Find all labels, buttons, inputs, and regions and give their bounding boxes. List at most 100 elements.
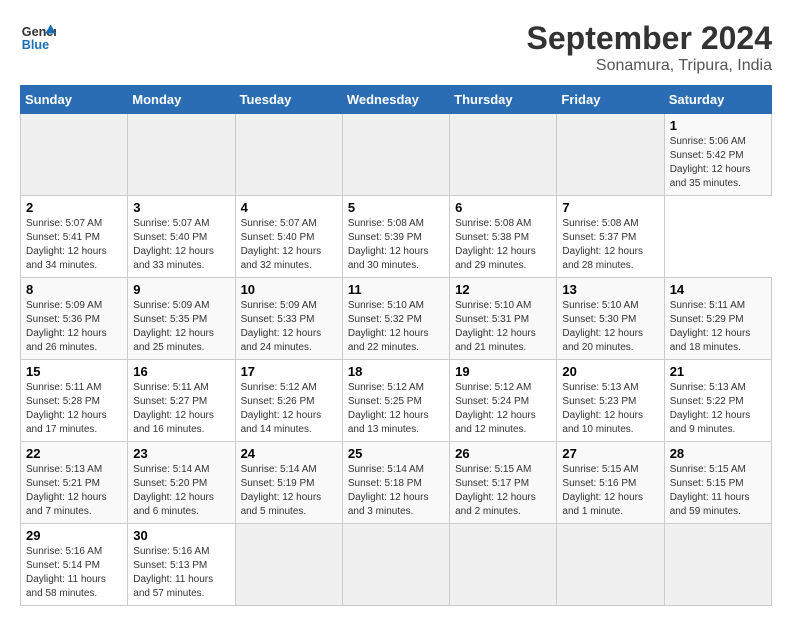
calendar-cell-20: 20Sunrise: 5:13 AMSunset: 5:23 PMDayligh… xyxy=(557,360,664,442)
day-number: 25 xyxy=(348,446,444,461)
calendar-cell-4: 4 Sunrise: 5:07 AMSunset: 5:40 PMDaylight… xyxy=(235,196,342,278)
day-info: Sunrise: 5:07 AMSunset: 5:41 PMDaylight:… xyxy=(26,217,122,273)
logo-icon: General Blue xyxy=(20,20,56,56)
day-info: Sunrise: 5:11 AMSunset: 5:28 PMDaylight:… xyxy=(26,381,122,437)
header: General Blue September 2024 Sonamura, Tr… xyxy=(20,20,772,75)
day-number: 28 xyxy=(670,446,766,461)
day-info: Sunrise: 5:16 AMSunset: 5:13 PMDaylight:… xyxy=(133,545,229,601)
calendar-week-5: 22Sunrise: 5:13 AMSunset: 5:21 PMDayligh… xyxy=(21,442,772,524)
calendar-cell-empty xyxy=(235,114,342,196)
calendar-table: SundayMondayTuesdayWednesdayThursdayFrid… xyxy=(20,85,772,606)
calendar-cell-16: 16 Sunrise: 5:11 AMSunset: 5:27 PMDayligh… xyxy=(128,360,235,442)
calendar-cell-8: 8 Sunrise: 5:09 AMSunset: 5:36 PMDaylight… xyxy=(21,278,128,360)
day-info: Sunrise: 5:10 AMSunset: 5:32 PMDaylight:… xyxy=(348,299,444,355)
calendar-cell-9: 9Sunrise: 5:09 AMSunset: 5:35 PMDaylight… xyxy=(128,278,235,360)
day-info: Sunrise: 5:13 AMSunset: 5:22 PMDaylight:… xyxy=(670,381,766,437)
calendar-cell-empty xyxy=(557,524,664,606)
day-number: 14 xyxy=(670,282,766,297)
calendar-cell-empty xyxy=(21,114,128,196)
day-number: 21 xyxy=(670,364,766,379)
day-header-sunday: Sunday xyxy=(21,86,128,114)
day-number: 24 xyxy=(241,446,337,461)
calendar-cell-17: 17 Sunrise: 5:12 AMSunset: 5:26 PMDayligh… xyxy=(235,360,342,442)
day-info: Sunrise: 5:12 AMSunset: 5:24 PMDaylight:… xyxy=(455,381,551,437)
calendar-cell-empty xyxy=(128,114,235,196)
calendar-cell-21: 21 Sunrise: 5:13 AMSunset: 5:22 PMDayligh… xyxy=(664,360,771,442)
calendar-cell-empty xyxy=(664,524,771,606)
calendar-cell-29: 29 Sunrise: 5:16 AMSunset: 5:14 PMDayligh… xyxy=(21,524,128,606)
day-header-wednesday: Wednesday xyxy=(342,86,449,114)
calendar-cell-empty xyxy=(557,114,664,196)
calendar-cell-3: 3 Sunrise: 5:07 AMSunset: 5:40 PMDaylight… xyxy=(128,196,235,278)
day-info: Sunrise: 5:12 AMSunset: 5:25 PMDaylight:… xyxy=(348,381,444,437)
day-number: 30 xyxy=(133,528,229,543)
calendar-cell-23: 23 Sunrise: 5:14 AMSunset: 5:20 PMDayligh… xyxy=(128,442,235,524)
calendar-cell-24: 24Sunrise: 5:14 AMSunset: 5:19 PMDayligh… xyxy=(235,442,342,524)
calendar-cell-empty xyxy=(450,524,557,606)
day-number: 2 xyxy=(26,200,122,215)
day-info: Sunrise: 5:07 AMSunset: 5:40 PMDaylight:… xyxy=(133,217,229,273)
day-info: Sunrise: 5:09 AMSunset: 5:33 PMDaylight:… xyxy=(241,299,337,355)
day-number: 17 xyxy=(241,364,337,379)
day-number: 10 xyxy=(241,282,337,297)
day-info: Sunrise: 5:13 AMSunset: 5:21 PMDaylight:… xyxy=(26,463,122,519)
day-info: Sunrise: 5:15 AMSunset: 5:17 PMDaylight:… xyxy=(455,463,551,519)
calendar-cell-14: 14 Sunrise: 5:11 AMSunset: 5:29 PMDayligh… xyxy=(664,278,771,360)
day-number: 12 xyxy=(455,282,551,297)
location-title: Sonamura, Tripura, India xyxy=(527,57,772,75)
calendar-cell-empty xyxy=(342,524,449,606)
calendar-cell-11: 11Sunrise: 5:10 AMSunset: 5:32 PMDayligh… xyxy=(342,278,449,360)
day-number: 20 xyxy=(562,364,658,379)
calendar-cell-empty xyxy=(235,524,342,606)
calendar-cell-13: 13Sunrise: 5:10 AMSunset: 5:30 PMDayligh… xyxy=(557,278,664,360)
calendar-cell-22: 22Sunrise: 5:13 AMSunset: 5:21 PMDayligh… xyxy=(21,442,128,524)
calendar-cell-18: 18 Sunrise: 5:12 AMSunset: 5:25 PMDayligh… xyxy=(342,360,449,442)
day-number: 6 xyxy=(455,200,551,215)
calendar-cell-7: 7 Sunrise: 5:08 AMSunset: 5:37 PMDaylight… xyxy=(557,196,664,278)
day-info: Sunrise: 5:15 AMSunset: 5:15 PMDaylight:… xyxy=(670,463,766,519)
day-number: 29 xyxy=(26,528,122,543)
day-number: 5 xyxy=(348,200,444,215)
calendar-cell-15: 15Sunrise: 5:11 AMSunset: 5:28 PMDayligh… xyxy=(21,360,128,442)
calendar-week-1: 1Sunrise: 5:06 AMSunset: 5:42 PMDaylight… xyxy=(21,114,772,196)
day-number: 3 xyxy=(133,200,229,215)
day-header-monday: Monday xyxy=(128,86,235,114)
day-number: 7 xyxy=(562,200,658,215)
day-number: 16 xyxy=(133,364,229,379)
day-number: 8 xyxy=(26,282,122,297)
calendar-cell-empty xyxy=(342,114,449,196)
day-header-thursday: Thursday xyxy=(450,86,557,114)
day-info: Sunrise: 5:08 AMSunset: 5:39 PMDaylight:… xyxy=(348,217,444,273)
day-info: Sunrise: 5:14 AMSunset: 5:20 PMDaylight:… xyxy=(133,463,229,519)
calendar-cell-30: 30 Sunrise: 5:16 AMSunset: 5:13 PMDayligh… xyxy=(128,524,235,606)
day-number: 13 xyxy=(562,282,658,297)
calendar-cell-empty xyxy=(450,114,557,196)
day-info: Sunrise: 5:08 AMSunset: 5:37 PMDaylight:… xyxy=(562,217,658,273)
day-info: Sunrise: 5:16 AMSunset: 5:14 PMDaylight:… xyxy=(26,545,122,601)
calendar-cell-19: 19Sunrise: 5:12 AMSunset: 5:24 PMDayligh… xyxy=(450,360,557,442)
calendar-header-row: SundayMondayTuesdayWednesdayThursdayFrid… xyxy=(21,86,772,114)
title-area: September 2024 Sonamura, Tripura, India xyxy=(527,20,772,75)
day-number: 4 xyxy=(241,200,337,215)
calendar-cell-27: 27Sunrise: 5:15 AMSunset: 5:16 PMDayligh… xyxy=(557,442,664,524)
svg-text:Blue: Blue xyxy=(22,38,49,52)
calendar-cell-1: 1Sunrise: 5:06 AMSunset: 5:42 PMDaylight… xyxy=(664,114,771,196)
month-title: September 2024 xyxy=(527,20,772,57)
day-header-tuesday: Tuesday xyxy=(235,86,342,114)
calendar-cell-5: 5 Sunrise: 5:08 AMSunset: 5:39 PMDaylight… xyxy=(342,196,449,278)
day-number: 26 xyxy=(455,446,551,461)
day-info: Sunrise: 5:11 AMSunset: 5:27 PMDaylight:… xyxy=(133,381,229,437)
calendar-cell-6: 6 Sunrise: 5:08 AMSunset: 5:38 PMDaylight… xyxy=(450,196,557,278)
day-info: Sunrise: 5:09 AMSunset: 5:36 PMDaylight:… xyxy=(26,299,122,355)
day-info: Sunrise: 5:07 AMSunset: 5:40 PMDaylight:… xyxy=(241,217,337,273)
day-info: Sunrise: 5:15 AMSunset: 5:16 PMDaylight:… xyxy=(562,463,658,519)
day-info: Sunrise: 5:12 AMSunset: 5:26 PMDaylight:… xyxy=(241,381,337,437)
day-number: 18 xyxy=(348,364,444,379)
day-number: 23 xyxy=(133,446,229,461)
logo: General Blue xyxy=(20,20,56,56)
day-info: Sunrise: 5:09 AMSunset: 5:35 PMDaylight:… xyxy=(133,299,229,355)
day-info: Sunrise: 5:11 AMSunset: 5:29 PMDaylight:… xyxy=(670,299,766,355)
day-header-friday: Friday xyxy=(557,86,664,114)
day-info: Sunrise: 5:08 AMSunset: 5:38 PMDaylight:… xyxy=(455,217,551,273)
calendar-cell-2: 2 Sunrise: 5:07 AMSunset: 5:41 PMDaylight… xyxy=(21,196,128,278)
